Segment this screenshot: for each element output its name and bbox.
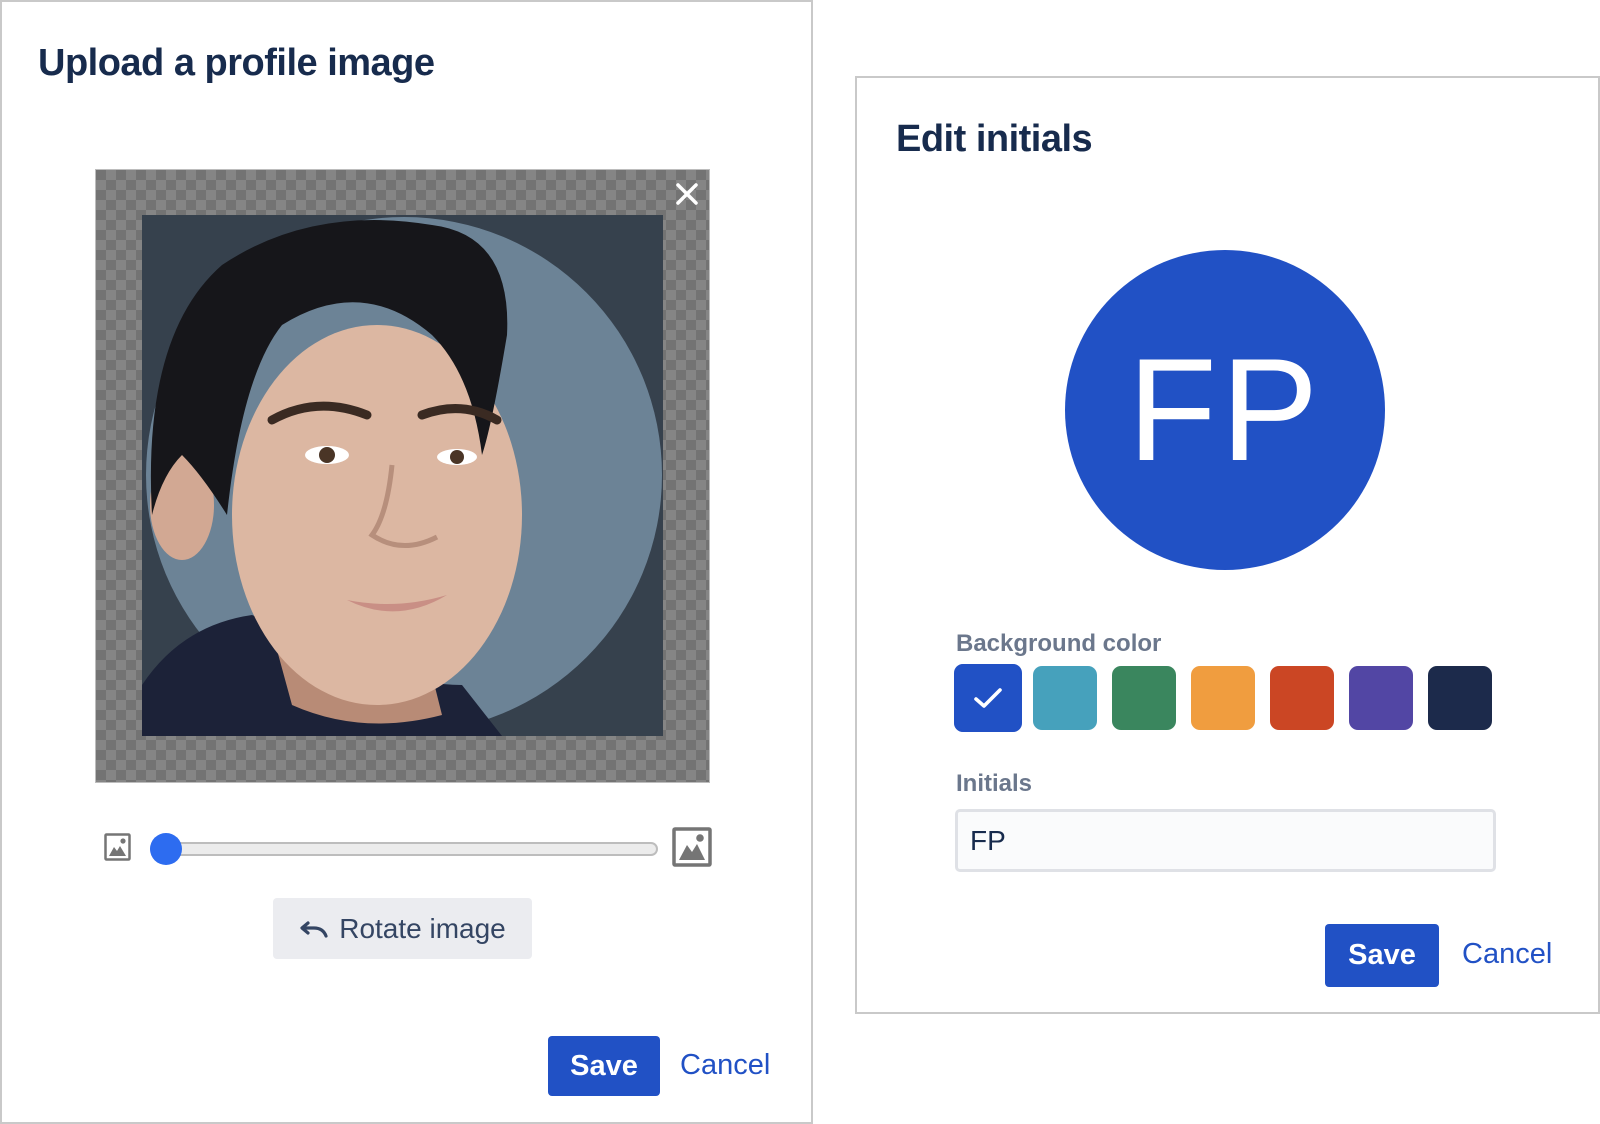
zoom-slider-track[interactable] [150, 842, 658, 856]
profile-photo-preview[interactable] [142, 215, 663, 736]
checkmark-icon [974, 688, 1002, 708]
avatar-initials: FP [1127, 328, 1323, 491]
zoom-slider-thumb[interactable] [150, 833, 182, 865]
color-swatch-red[interactable] [1270, 666, 1334, 730]
dialog-title: Edit initials [896, 118, 1093, 160]
edit-initials-dialog: Edit initials FP Background color Initia… [855, 76, 1600, 1014]
color-swatch-purple[interactable] [1349, 666, 1413, 730]
rotate-image-button[interactable]: Rotate image [273, 898, 532, 959]
profile-photo [142, 215, 663, 736]
zoom-out-image-icon [104, 833, 131, 861]
image-cropper[interactable] [95, 169, 710, 783]
initials-save-button[interactable]: Save [1325, 924, 1439, 987]
close-icon [676, 183, 698, 205]
zoom-in-image-icon [672, 827, 712, 867]
rotate-left-icon [300, 920, 328, 938]
initials-label: Initials [956, 770, 1033, 797]
initials-input[interactable] [955, 809, 1496, 872]
color-swatch-green[interactable] [1112, 666, 1176, 730]
dialog-title: Upload a profile image [38, 42, 435, 84]
initials-cancel-button[interactable]: Cancel [1462, 938, 1552, 971]
remove-image-button[interactable] [675, 182, 699, 206]
rotate-image-label: Rotate image [339, 912, 506, 944]
initials-avatar-preview: FP [1065, 250, 1385, 570]
background-color-label: Background color [956, 630, 1162, 657]
color-swatch-teal[interactable] [1033, 666, 1097, 730]
zoom-slider[interactable] [150, 833, 658, 865]
upload-save-button[interactable]: Save [548, 1036, 660, 1096]
color-swatch-group [954, 664, 1492, 732]
color-swatch-navy[interactable] [1428, 666, 1492, 730]
color-swatch-orange[interactable] [1191, 666, 1255, 730]
color-swatch-blue[interactable] [954, 664, 1022, 732]
upload-cancel-button[interactable]: Cancel [680, 1049, 770, 1082]
